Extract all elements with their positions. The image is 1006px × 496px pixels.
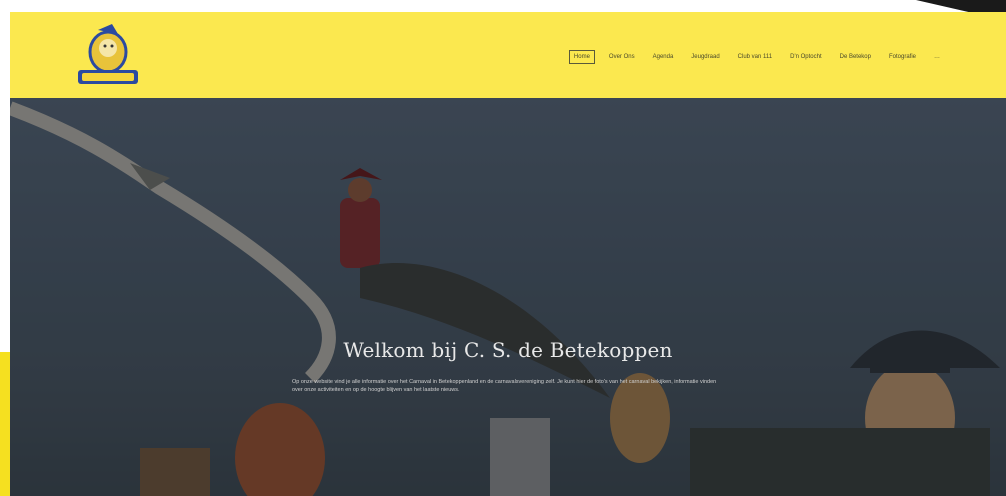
nav-item-home[interactable]: Home xyxy=(568,50,595,64)
nav-item-over-ons[interactable]: Over Ons xyxy=(605,51,639,63)
hero-title: Welkom bij C. S. de Betekoppen xyxy=(343,338,673,362)
nav-item-de-betekop[interactable]: De Betekop xyxy=(836,51,875,63)
hero-section: Welkom bij C. S. de Betekoppen Op onze w… xyxy=(10,98,1006,496)
site-header: Home Over Ons Agenda Jeugdraad Club van … xyxy=(10,12,1006,98)
nav-item-jeugdraad[interactable]: Jeugdraad xyxy=(687,51,723,63)
nav-item-agenda[interactable]: Agenda xyxy=(649,51,678,63)
nav-item-fotografie[interactable]: Fotografie xyxy=(885,51,920,63)
logo[interactable] xyxy=(74,22,142,90)
hero-text: Op onze website vind je alle informatie … xyxy=(292,379,717,393)
main-nav: Home Over Ons Agenda Jeugdraad Club van … xyxy=(568,50,944,64)
side-accent xyxy=(0,352,10,496)
hero-overlay xyxy=(10,98,1006,496)
nav-item-optocht[interactable]: D'n Optocht xyxy=(786,51,826,63)
nav-item-club-van-111[interactable]: Club van 111 xyxy=(734,51,776,63)
page: Home Over Ons Agenda Jeugdraad Club van … xyxy=(10,12,1006,496)
nav-item-more[interactable]: … xyxy=(930,51,944,63)
